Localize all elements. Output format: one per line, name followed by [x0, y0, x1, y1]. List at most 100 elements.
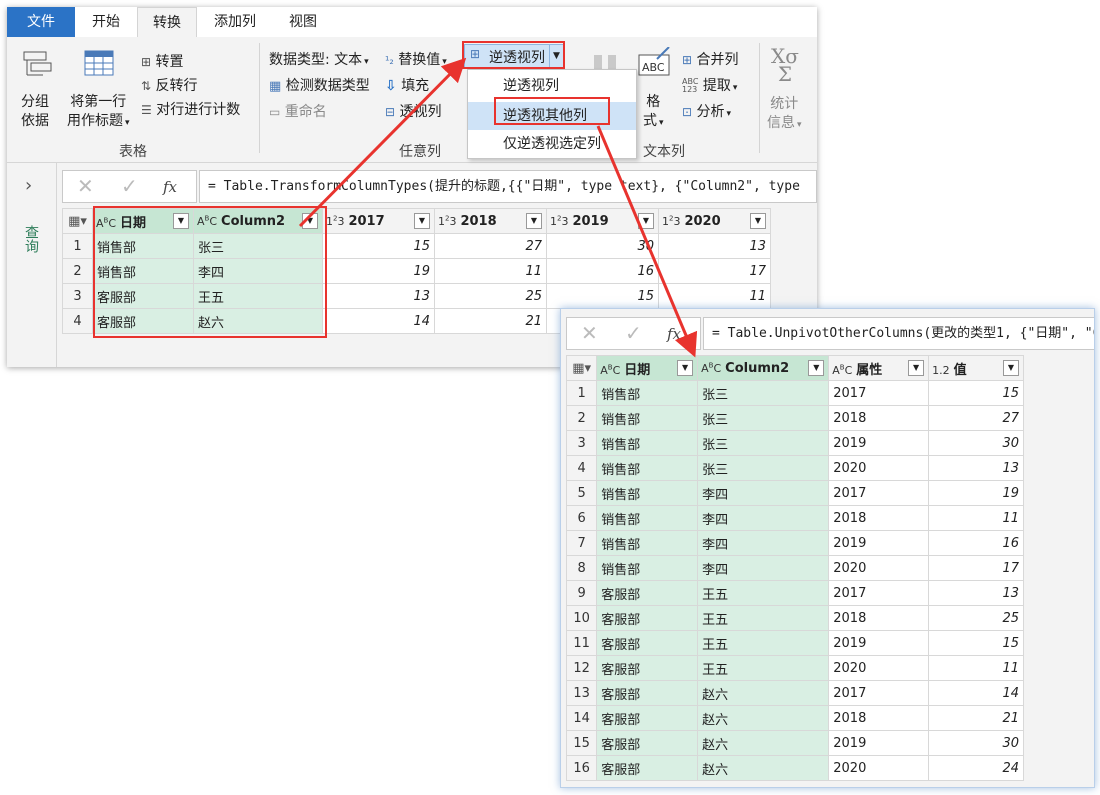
table-cell[interactable]: 15 — [928, 380, 1024, 406]
column-header[interactable]: 123 2020 ▼ — [658, 208, 771, 234]
tab-view[interactable]: 视图 — [277, 7, 329, 37]
cancel-icon[interactable]: ✕ — [77, 174, 94, 198]
table-cell[interactable]: 张三 — [697, 430, 830, 456]
detect-type-button[interactable]: ▦ 检测数据类型 — [269, 75, 370, 95]
table-cell[interactable]: 2018 — [828, 505, 930, 531]
row-number[interactable]: 4 — [62, 308, 93, 334]
table-cell[interactable]: 25 — [928, 605, 1024, 631]
table-cell[interactable]: 客服部 — [596, 755, 699, 781]
row-number[interactable]: 2 — [62, 258, 93, 284]
table-cell[interactable]: 客服部 — [596, 605, 699, 631]
row-number[interactable]: 4 — [565, 455, 598, 481]
column-type-icon[interactable]: 123 — [550, 214, 568, 228]
table-cell[interactable]: 13 — [322, 283, 435, 309]
column-type-icon[interactable]: ABC — [701, 361, 721, 375]
use-first-row-button[interactable]: 将第一行 用作标题 ▾ — [67, 93, 130, 133]
table-cell[interactable]: 李四 — [697, 530, 830, 556]
table-cell[interactable]: 销售部 — [596, 455, 699, 481]
row-number[interactable]: 11 — [565, 630, 598, 656]
table-cell[interactable]: 15 — [546, 283, 659, 309]
table-cell[interactable]: 15 — [928, 630, 1024, 656]
table-menu-icon[interactable]: ▦▾ — [62, 208, 93, 234]
table-cell[interactable]: 19 — [322, 258, 435, 284]
table-cell[interactable]: 赵六 — [697, 755, 830, 781]
table-cell[interactable]: 王五 — [697, 630, 830, 656]
table-cell[interactable]: 30 — [546, 233, 659, 259]
cancel-icon[interactable]: ✕ — [581, 321, 598, 345]
table-cell[interactable]: 赵六 — [697, 705, 830, 731]
chevron-right-icon[interactable]: › — [25, 175, 32, 196]
filter-dropdown-icon[interactable]: ▼ — [808, 360, 825, 376]
column-type-icon[interactable]: 123 — [326, 214, 344, 228]
table-cell[interactable]: 2019 — [828, 730, 930, 756]
filter-dropdown-icon[interactable]: ▼ — [526, 213, 542, 229]
table-cell[interactable]: 24 — [928, 755, 1024, 781]
column-header[interactable]: ABC 日期 ▼ — [596, 355, 699, 381]
table-cell[interactable]: 销售部 — [596, 505, 699, 531]
table-cell[interactable]: 销售部 — [596, 405, 699, 431]
filter-dropdown-icon[interactable]: ▼ — [908, 360, 925, 376]
table-cell[interactable]: 2020 — [828, 755, 930, 781]
table-cell[interactable]: 2019 — [828, 630, 930, 656]
statistics-button[interactable]: 统计 信息 ▾ — [767, 95, 802, 135]
table-cell[interactable]: 王五 — [697, 655, 830, 681]
table-cell[interactable]: 11 — [928, 655, 1024, 681]
column-header[interactable]: 1.2 值 ▼ — [928, 355, 1024, 381]
format-button[interactable]: 格 式 ▾ — [643, 93, 664, 133]
menu-item-unpivot-selected-only[interactable]: 仅逆透视选定列 — [468, 130, 636, 158]
table-cell[interactable]: 2018 — [828, 405, 930, 431]
table-cell[interactable]: 17 — [658, 258, 771, 284]
filter-dropdown-icon[interactable]: ▼ — [677, 360, 694, 376]
row-number[interactable]: 8 — [565, 555, 598, 581]
row-number[interactable]: 3 — [565, 430, 598, 456]
table-cell[interactable]: 销售部 — [596, 380, 699, 406]
table-cell[interactable]: 销售部 — [596, 530, 699, 556]
check-icon[interactable]: ✓ — [121, 174, 138, 198]
table-cell[interactable]: 客服部 — [596, 730, 699, 756]
column-header[interactable]: 123 2017 ▼ — [322, 208, 435, 234]
table-cell[interactable]: 13 — [928, 455, 1024, 481]
table-cell[interactable]: 2017 — [828, 380, 930, 406]
table-cell[interactable]: 27 — [434, 233, 547, 259]
table-cell[interactable]: 客服部 — [596, 705, 699, 731]
table-cell[interactable]: 李四 — [697, 480, 830, 506]
row-number[interactable]: 9 — [565, 580, 598, 606]
column-type-icon[interactable]: 123 — [662, 214, 680, 228]
row-number[interactable]: 5 — [565, 480, 598, 506]
parse-button[interactable]: ⊡ 分析 ▾ — [682, 101, 731, 121]
table-cell[interactable]: 销售部 — [596, 555, 699, 581]
table-cell[interactable]: 11 — [434, 258, 547, 284]
table-menu-icon[interactable]: ▦▾ — [565, 355, 598, 381]
reverse-rows-button[interactable]: ⇅ 反转行 — [141, 75, 198, 95]
row-number[interactable]: 1 — [565, 380, 598, 406]
row-number[interactable]: 12 — [565, 655, 598, 681]
table-cell[interactable]: 销售部 — [596, 430, 699, 456]
table-cell[interactable]: 11 — [928, 505, 1024, 531]
row-number[interactable]: 3 — [62, 283, 93, 309]
table-cell[interactable]: 27 — [928, 405, 1024, 431]
fill-button[interactable]: ⇩ 填充 — [385, 75, 429, 95]
table-cell[interactable]: 销售部 — [596, 480, 699, 506]
check-icon[interactable]: ✓ — [625, 321, 642, 345]
filter-dropdown-icon[interactable]: ▼ — [750, 213, 766, 229]
row-number[interactable]: 2 — [565, 405, 598, 431]
table-cell[interactable]: 2017 — [828, 580, 930, 606]
menu-item-unpivot-columns[interactable]: 逆透视列 — [468, 72, 636, 100]
row-number[interactable]: 15 — [565, 730, 598, 756]
table-cell[interactable]: 2019 — [828, 430, 930, 456]
table-cell[interactable]: 11 — [658, 283, 771, 309]
tab-transform[interactable]: 转换 — [137, 7, 197, 37]
count-rows-button[interactable]: ☰ 对行进行计数 — [141, 99, 240, 119]
extract-button[interactable]: ABC 123 提取 ▾ — [682, 75, 737, 95]
filter-dropdown-icon[interactable]: ▼ — [1003, 360, 1019, 376]
table-cell[interactable]: 21 — [434, 308, 547, 334]
table-cell[interactable]: 30 — [928, 430, 1024, 456]
table-cell[interactable]: 2017 — [828, 680, 930, 706]
row-number[interactable]: 13 — [565, 680, 598, 706]
table-cell[interactable]: 16 — [928, 530, 1024, 556]
table-cell[interactable]: 客服部 — [596, 580, 699, 606]
tab-file[interactable]: 文件 — [7, 7, 75, 37]
table-cell[interactable]: 2020 — [828, 455, 930, 481]
table-cell[interactable]: 15 — [322, 233, 435, 259]
table-cell[interactable]: 2018 — [828, 705, 930, 731]
